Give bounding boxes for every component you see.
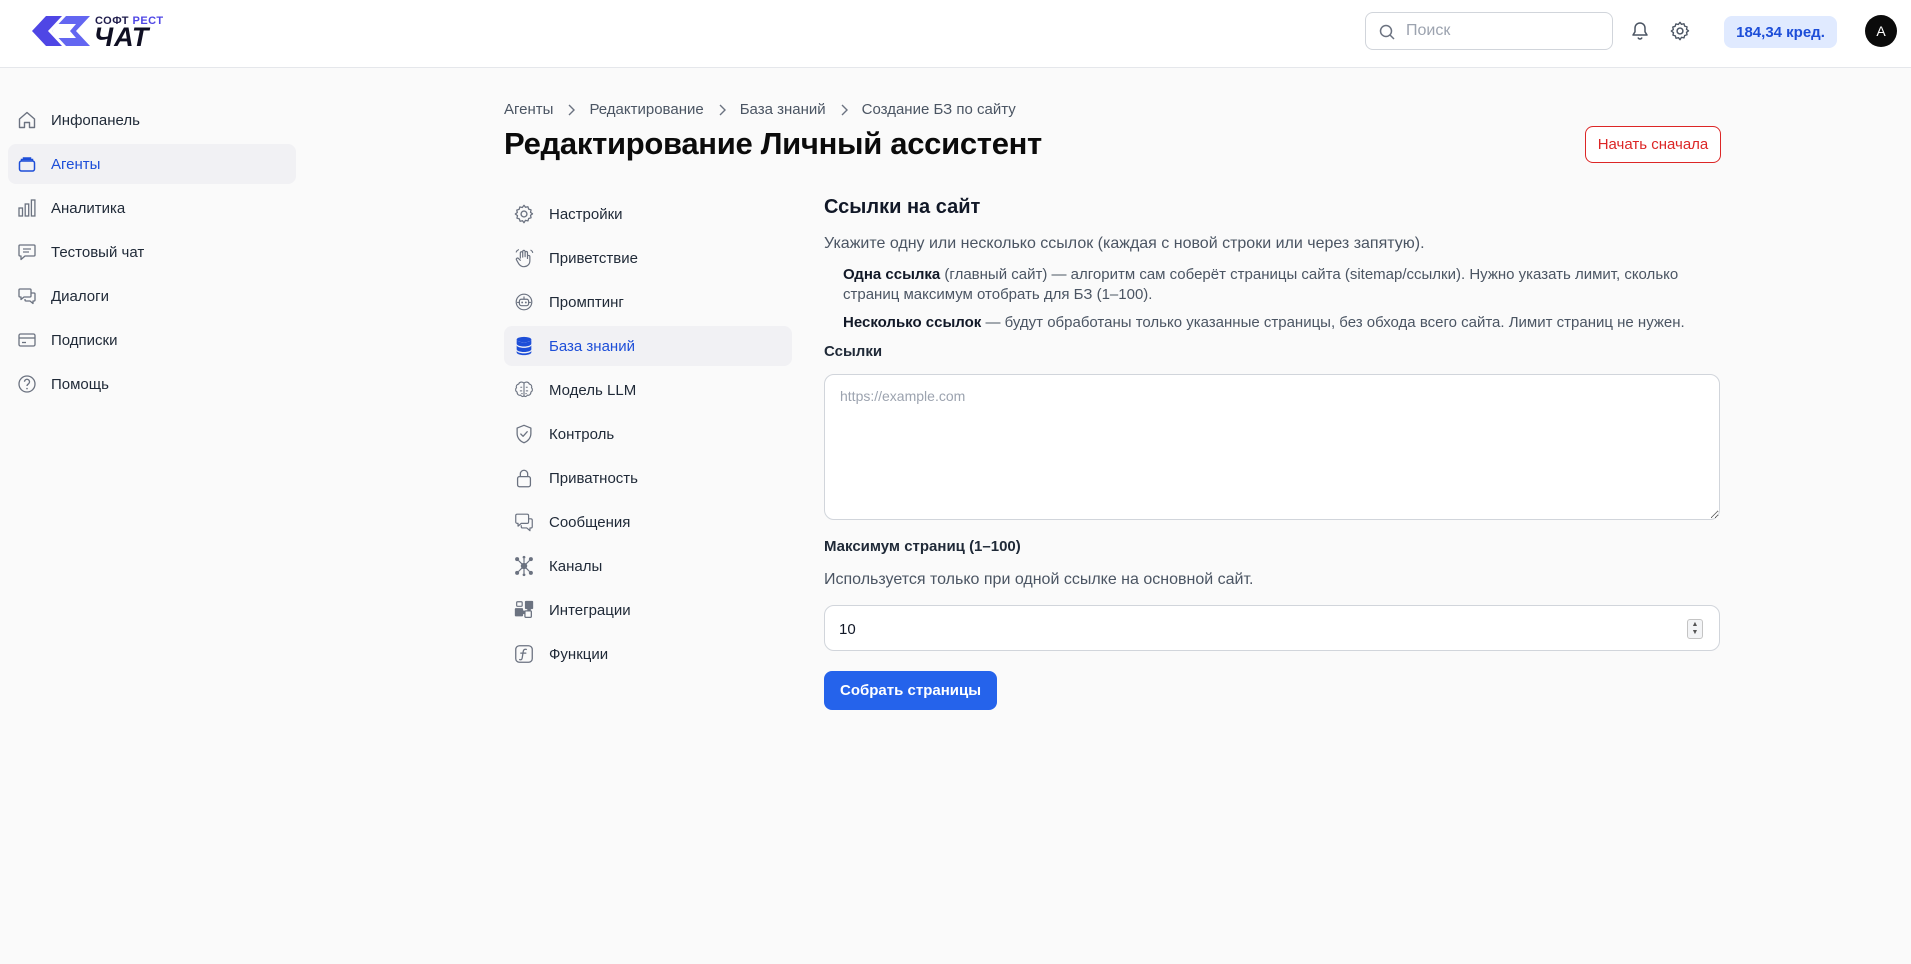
subnav-item-label: Контроль <box>549 425 615 443</box>
agent-settings-nav: Настройки Приветствие Промптинг База зна… <box>504 194 792 678</box>
sidebar-item-infopanel[interactable]: Инфопанель <box>8 100 296 140</box>
search-icon <box>1379 24 1395 40</box>
subnav-item-greeting[interactable]: Приветствие <box>504 238 792 278</box>
number-stepper[interactable]: ▲ ▼ <box>1687 619 1703 639</box>
search-box[interactable] <box>1365 12 1613 50</box>
network-icon <box>512 554 536 578</box>
subnav-item-label: База знаний <box>549 337 635 355</box>
robot-icon <box>512 290 536 314</box>
avatar[interactable]: A <box>1865 15 1897 47</box>
settings-button[interactable] <box>1668 19 1692 43</box>
links-label: Ссылки <box>824 343 883 360</box>
multi-link-note: Несколько ссылок — будут обработаны толь… <box>843 313 1720 333</box>
subnav-item-llm-model[interactable]: Модель LLM <box>504 370 792 410</box>
bell-icon <box>1632 22 1648 40</box>
single-link-title: Одна ссылка <box>843 266 941 283</box>
restart-button[interactable]: Начать сначала <box>1585 126 1721 163</box>
multi-link-text: — будут обработаны только указанные стра… <box>981 314 1685 331</box>
home-icon <box>16 109 38 131</box>
main-sidebar: Инфопанель Агенты Аналитика Тестовый чат… <box>8 100 296 408</box>
sidebar-item-agents[interactable]: Агенты <box>8 144 296 184</box>
wave-hand-icon <box>512 246 536 270</box>
subnav-item-messages[interactable]: Сообщения <box>504 502 792 542</box>
shield-check-icon <box>512 422 536 446</box>
sidebar-item-dialogs[interactable]: Диалоги <box>8 276 296 316</box>
single-link-note: Одна ссылка (главный сайт) — алгоритм са… <box>843 265 1720 305</box>
sidebar-item-label: Диалоги <box>51 287 109 305</box>
sidebar-item-subscriptions[interactable]: Подписки <box>8 320 296 360</box>
sidebar-item-label: Аналитика <box>51 199 126 217</box>
sidebar-item-label: Подписки <box>51 331 118 349</box>
logo-mark-icon <box>32 16 90 46</box>
subnav-item-privacy[interactable]: Приватность <box>504 458 792 498</box>
sidebar-item-label: Инфопанель <box>51 111 140 129</box>
section-description: Укажите одну или несколько ссылок (кажда… <box>824 235 1425 252</box>
subnav-item-label: Настройки <box>549 205 623 223</box>
subnav-item-settings[interactable]: Настройки <box>504 194 792 234</box>
credit-card-icon <box>16 329 38 351</box>
subnav-item-prompting[interactable]: Промптинг <box>504 282 792 322</box>
chevron-up-icon[interactable]: ▲ <box>1692 621 1699 629</box>
puzzle-icon <box>512 598 536 622</box>
chevron-down-icon[interactable]: ▼ <box>1692 629 1699 637</box>
function-icon <box>512 642 536 666</box>
logo[interactable]: СОФТ РЕСТ ЧАТ <box>32 14 172 52</box>
search-input[interactable] <box>1406 21 1601 41</box>
max-pages-field[interactable]: ▲ ▼ <box>824 605 1720 651</box>
lock-icon <box>512 466 536 490</box>
breadcrumb-editing[interactable]: Редактирование <box>589 101 703 118</box>
bar-chart-icon <box>16 197 38 219</box>
sidebar-item-label: Помощь <box>51 375 109 393</box>
subnav-item-functions[interactable]: Функции <box>504 634 792 674</box>
breadcrumb: Агенты Редактирование База знаний Создан… <box>504 101 1016 118</box>
sidebar-item-test-chat[interactable]: Тестовый чат <box>8 232 296 272</box>
site-links-form: Ссылки на сайт Укажите одну или нескольк… <box>824 196 1720 710</box>
dialogs-icon <box>16 285 38 307</box>
collect-pages-button[interactable]: Собрать страницы <box>824 671 998 710</box>
top-bar: СОФТ РЕСТ ЧАТ 184,34 кред. A <box>0 0 1911 68</box>
subnav-item-control[interactable]: Контроль <box>504 414 792 454</box>
chevron-right-icon <box>567 104 576 116</box>
links-textarea[interactable] <box>824 374 1720 520</box>
gear-icon <box>512 202 536 226</box>
subnav-item-label: Интеграции <box>549 601 631 619</box>
subnav-item-label: Каналы <box>549 557 603 575</box>
sidebar-item-analytics[interactable]: Аналитика <box>8 188 296 228</box>
sidebar-item-help[interactable]: Помощь <box>8 364 296 404</box>
subnav-item-label: Промптинг <box>549 293 624 311</box>
layers-icon <box>16 153 38 175</box>
chevron-right-icon <box>840 104 848 116</box>
single-link-text: (главный сайт) — алгоритм сам соберёт ст… <box>843 266 1679 303</box>
breadcrumb-agents[interactable]: Агенты <box>504 101 553 118</box>
sidebar-item-label: Тестовый чат <box>51 243 145 261</box>
database-icon <box>512 334 536 358</box>
max-pages-description: Используется только при одной ссылке на … <box>824 571 1254 588</box>
notifications-button[interactable] <box>1628 19 1652 43</box>
subnav-item-integrations[interactable]: Интеграции <box>504 590 792 630</box>
logo-title: ЧАТ <box>94 22 150 52</box>
brain-icon <box>512 378 536 402</box>
gear-icon <box>1670 21 1690 41</box>
sidebar-item-label: Агенты <box>51 155 101 173</box>
messages-icon <box>512 510 536 534</box>
subnav-item-label: Приватность <box>549 469 638 487</box>
help-icon <box>16 373 38 395</box>
subnav-item-label: Функции <box>549 645 609 663</box>
credits-badge[interactable]: 184,34 кред. <box>1724 16 1837 48</box>
multi-link-title: Несколько ссылок <box>843 314 982 331</box>
page-title: Редактирование Личный ассистент <box>504 126 1042 161</box>
section-title: Ссылки на сайт <box>824 196 981 218</box>
subnav-item-label: Сообщения <box>549 513 631 531</box>
chat-icon <box>16 241 38 263</box>
max-pages-input[interactable] <box>839 619 1639 639</box>
breadcrumb-knowledge-base[interactable]: База знаний <box>740 101 826 118</box>
subnav-item-label: Модель LLM <box>549 381 637 399</box>
mode-explanations: Одна ссылка (главный сайт) — алгоритм са… <box>824 265 1720 333</box>
chevron-right-icon <box>718 104 726 116</box>
subnav-item-channels[interactable]: Каналы <box>504 546 792 586</box>
subnav-item-label: Приветствие <box>549 249 638 267</box>
max-pages-label: Максимум страниц (1–100) <box>824 538 1021 555</box>
breadcrumb-current: Создание БЗ по сайту <box>861 101 1016 118</box>
subnav-item-knowledge-base[interactable]: База знаний <box>504 326 792 366</box>
